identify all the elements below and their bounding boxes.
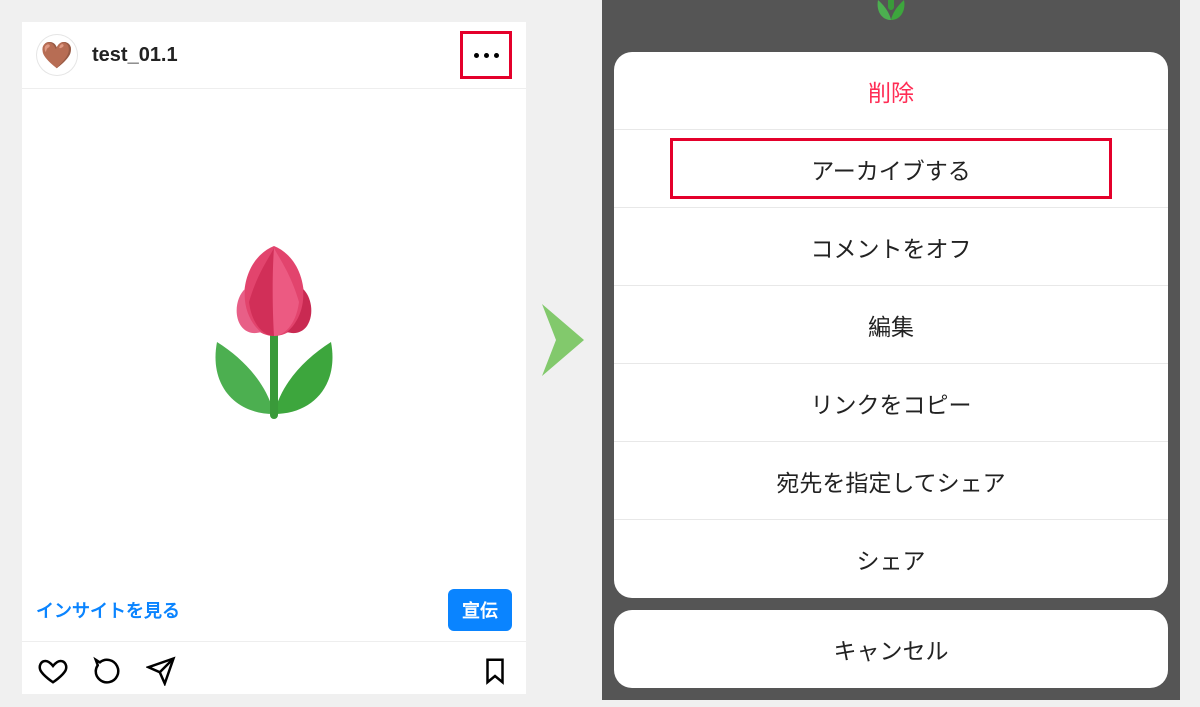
- post-actions: [22, 642, 526, 694]
- menu-item-label: コメントをオフ: [811, 230, 972, 264]
- menu-item-edit[interactable]: 編集: [614, 286, 1168, 364]
- menu-item-share-to[interactable]: 宛先を指定してシェア: [614, 442, 1168, 520]
- instagram-post: 🤎 test_01.1 インサイトを見る 宣伝: [22, 22, 526, 694]
- action-sheet-backdrop: 削除 アーカイブする コメントをオフ 編集 リンクをコピー 宛先を指定してシェア…: [602, 0, 1180, 700]
- cancel-button[interactable]: キャンセル: [614, 610, 1168, 688]
- bookmark-icon: [480, 656, 510, 686]
- promote-button[interactable]: 宣伝: [448, 589, 512, 631]
- more-options-button[interactable]: [460, 31, 512, 79]
- share-button[interactable]: [144, 654, 178, 688]
- menu-item-label: シェア: [857, 542, 926, 576]
- comment-button[interactable]: [90, 654, 124, 688]
- menu-item-label: 宛先を指定してシェア: [776, 464, 1005, 498]
- menu-item-comments-off[interactable]: コメントをオフ: [614, 208, 1168, 286]
- comment-icon: [92, 656, 122, 686]
- heart-icon: [38, 656, 68, 686]
- username[interactable]: test_01.1: [92, 44, 178, 67]
- avatar[interactable]: 🤎: [36, 34, 78, 76]
- more-options-icon: [474, 53, 499, 58]
- tulip-icon: [199, 244, 349, 429]
- insights-row: インサイトを見る 宣伝: [22, 583, 526, 642]
- action-sheet: 削除 アーカイブする コメントをオフ 編集 リンクをコピー 宛先を指定してシェア…: [614, 52, 1168, 598]
- menu-item-delete[interactable]: 削除: [614, 52, 1168, 130]
- menu-item-label: 削除: [868, 74, 914, 108]
- next-arrow-icon: [538, 300, 590, 380]
- tulip-peek-icon: [876, 0, 906, 24]
- save-button[interactable]: [478, 654, 512, 688]
- menu-item-share[interactable]: シェア: [614, 520, 1168, 598]
- menu-item-label: リンクをコピー: [811, 386, 972, 420]
- menu-item-label: アーカイブする: [811, 152, 971, 186]
- menu-item-archive[interactable]: アーカイブする: [614, 130, 1168, 208]
- send-icon: [146, 656, 176, 686]
- avatar-heart-icon: 🤎: [41, 42, 73, 68]
- post-image[interactable]: [22, 88, 526, 583]
- post-header: 🤎 test_01.1: [22, 22, 526, 88]
- cancel-label: キャンセル: [834, 632, 949, 666]
- menu-item-copy-link[interactable]: リンクをコピー: [614, 364, 1168, 442]
- menu-item-label: 編集: [868, 308, 914, 342]
- view-insights-link[interactable]: インサイトを見る: [36, 597, 180, 623]
- like-button[interactable]: [36, 654, 70, 688]
